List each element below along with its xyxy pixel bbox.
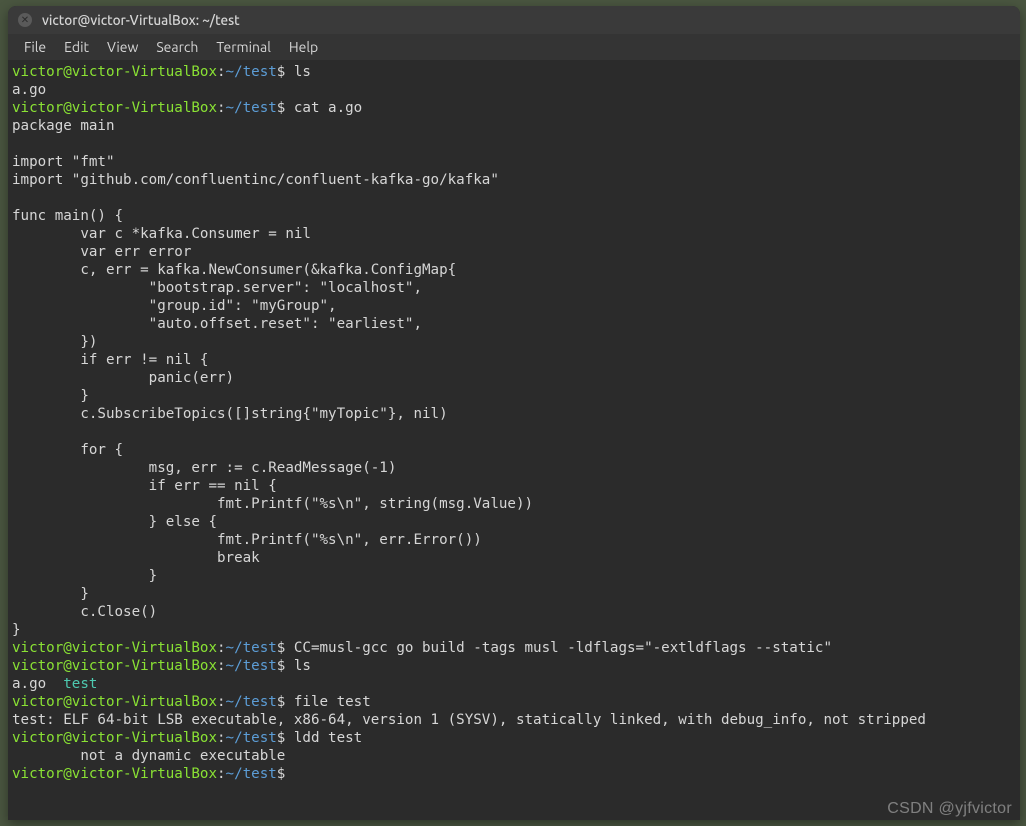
src-l20: msg, err := c.ReadMessage(-1) (12, 460, 396, 476)
out-ls2-plain: a.go (12, 676, 63, 692)
prompt-sep: : (217, 100, 226, 116)
src-l24: fmt.Printf("%s\n", err.Error()) (12, 532, 482, 548)
prompt-sep: : (217, 64, 226, 80)
prompt-path: ~/test (226, 658, 277, 674)
prompt-sep: : (217, 730, 226, 746)
src-l08: var err error (12, 244, 191, 260)
menu-search[interactable]: Search (148, 36, 206, 58)
watermark: CSDN @yjfvictor (887, 800, 1012, 818)
src-l22: fmt.Printf("%s\n", string(msg.Value)) (12, 496, 533, 512)
cmd-file: file test (294, 694, 371, 710)
cmd-ls2: ls (294, 658, 311, 674)
prompt-sym: $ (277, 694, 286, 710)
prompt-sym: $ (277, 658, 286, 674)
out-file: test: ELF 64-bit LSB executable, x86-64,… (12, 712, 926, 728)
menu-view[interactable]: View (99, 36, 146, 58)
prompt-userhost: victor@victor-VirtualBox (12, 64, 217, 80)
src-l01: package main (12, 118, 115, 134)
out-ldd: not a dynamic executable (12, 748, 285, 764)
src-l14: if err != nil { (12, 352, 208, 368)
terminal-content[interactable]: victor@victor-VirtualBox:~/test$ ls a.go… (8, 60, 1020, 820)
prompt-path: ~/test (226, 766, 277, 782)
prompt-userhost: victor@victor-VirtualBox (12, 640, 217, 656)
menu-edit[interactable]: Edit (56, 36, 97, 58)
prompt-sep: : (217, 766, 226, 782)
cmd-ls1: ls (294, 64, 311, 80)
src-l19: for { (12, 442, 123, 458)
out-ls1: a.go (12, 82, 46, 98)
prompt-userhost: victor@victor-VirtualBox (12, 766, 217, 782)
menu-help[interactable]: Help (281, 36, 326, 58)
src-l16: } (12, 388, 89, 404)
prompt-sym: $ (277, 64, 286, 80)
src-l03: import "fmt" (12, 154, 115, 170)
prompt-userhost: victor@victor-VirtualBox (12, 694, 217, 710)
src-l27: } (12, 586, 89, 602)
prompt-sym: $ (277, 766, 286, 782)
prompt-userhost: victor@victor-VirtualBox (12, 100, 217, 116)
cmd-ldd: ldd test (294, 730, 362, 746)
src-l10: "bootstrap.server": "localhost", (12, 280, 422, 296)
close-icon[interactable]: ✕ (18, 13, 32, 27)
cmd-build: CC=musl-gcc go build -tags musl -ldflags… (294, 640, 832, 656)
src-l06: func main() { (12, 208, 123, 224)
prompt-sep: : (217, 694, 226, 710)
src-l11: "group.id": "myGroup", (12, 298, 337, 314)
prompt-sep: : (217, 640, 226, 656)
prompt-sep: : (217, 658, 226, 674)
prompt-path: ~/test (226, 694, 277, 710)
src-l04: import "github.com/confluentinc/confluen… (12, 172, 499, 188)
menubar: File Edit View Search Terminal Help (8, 34, 1020, 60)
prompt-sym: $ (277, 730, 286, 746)
src-l15: panic(err) (12, 370, 234, 386)
src-l07: var c *kafka.Consumer = nil (12, 226, 311, 242)
titlebar: ✕ victor@victor-VirtualBox: ~/test (8, 6, 1020, 34)
src-l09: c, err = kafka.NewConsumer(&kafka.Config… (12, 262, 456, 278)
menu-file[interactable]: File (16, 36, 54, 58)
prompt-path: ~/test (226, 64, 277, 80)
prompt-sym: $ (277, 100, 286, 116)
src-l28: c.Close() (12, 604, 157, 620)
window-title: victor@victor-VirtualBox: ~/test (42, 12, 240, 28)
src-l13: }) (12, 334, 97, 350)
prompt-path: ~/test (226, 100, 277, 116)
menu-terminal[interactable]: Terminal (208, 36, 279, 58)
prompt-path: ~/test (226, 640, 277, 656)
src-l17: c.SubscribeTopics([]string{"myTopic"}, n… (12, 406, 448, 422)
src-l21: if err == nil { (12, 478, 277, 494)
src-l12: "auto.offset.reset": "earliest", (12, 316, 422, 332)
prompt-userhost: victor@victor-VirtualBox (12, 730, 217, 746)
cmd-cat: cat a.go (294, 100, 362, 116)
terminal-window: ✕ victor@victor-VirtualBox: ~/test File … (8, 6, 1020, 820)
src-l23: } else { (12, 514, 217, 530)
src-l29: } (12, 622, 21, 638)
prompt-path: ~/test (226, 730, 277, 746)
src-l25: break (12, 550, 260, 566)
prompt-userhost: victor@victor-VirtualBox (12, 658, 217, 674)
out-ls2-exec: test (63, 676, 97, 692)
src-l26: } (12, 568, 157, 584)
prompt-sym: $ (277, 640, 286, 656)
